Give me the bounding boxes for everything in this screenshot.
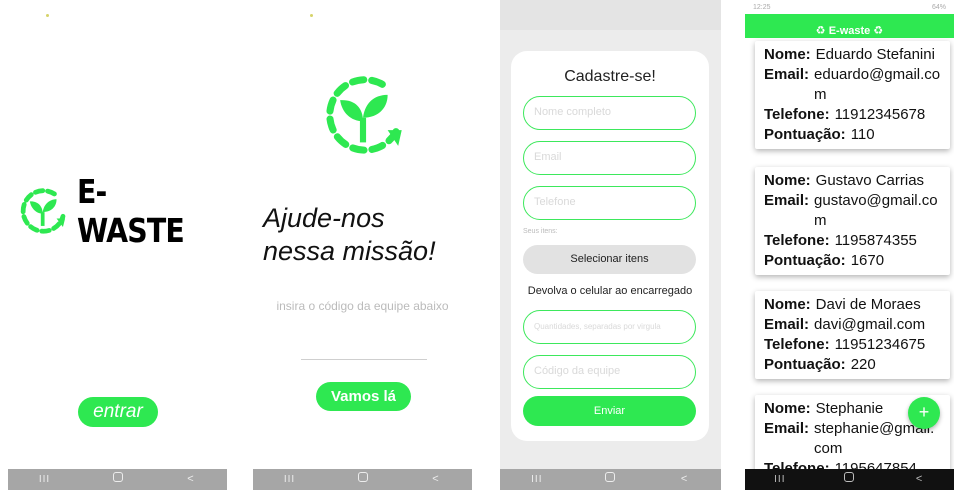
player-phone: 1195874355	[834, 232, 917, 249]
status-bar	[500, 0, 721, 30]
status-dot	[310, 14, 313, 17]
name-label: Nome:	[764, 296, 811, 313]
team-code-hint: insira o código da equipe abaixo	[276, 299, 449, 313]
player-email: gustavo@gmail.com	[814, 192, 938, 229]
email-label: Email:	[764, 420, 810, 437]
return-phone-text: Devolva o celular ao encarregado	[527, 285, 693, 297]
email-label: Email:	[764, 66, 810, 83]
home-icon[interactable]	[348, 469, 378, 490]
recycle-leaf-icon	[20, 188, 66, 234]
email-label: Email:	[764, 316, 810, 333]
player-email: eduardo@gmail.com	[814, 66, 941, 103]
name-label: Nome:	[764, 172, 811, 189]
brand-logo: E-WASTE	[16, 172, 227, 250]
player-score: 1670	[850, 252, 885, 269]
phone-label: Telefone:	[764, 232, 830, 249]
player-name: Eduardo Stefanini	[815, 46, 935, 63]
android-nav-bar: III <	[745, 469, 954, 490]
select-items-button[interactable]: Selecionar itens	[523, 245, 696, 274]
recents-icon[interactable]: III	[522, 469, 552, 490]
player-name: Stephanie	[815, 400, 884, 417]
team-code-input[interactable]	[301, 359, 427, 360]
status-dot	[46, 14, 49, 17]
name-field[interactable]: Nome completo	[523, 96, 696, 130]
quantities-field[interactable]: Quantidades, separadas por virgula	[523, 310, 696, 344]
enter-button[interactable]: entrar	[78, 397, 158, 427]
player-phone: 11951234675	[834, 336, 926, 353]
player-card[interactable]: Nome: Gustavo Carrias Email: gustavo@gmail…	[755, 167, 950, 275]
player-score: 110	[850, 126, 875, 143]
status-time: 12:25	[753, 3, 771, 11]
back-icon[interactable]: <	[421, 469, 451, 490]
headline-line-2: nessa missão!	[263, 236, 436, 266]
team-code-field[interactable]: Código da equipe	[523, 355, 696, 389]
android-nav-bar: III <	[8, 469, 227, 490]
app-bar-title: ♻ E-waste ♻	[745, 25, 954, 38]
android-nav-bar: III <	[500, 469, 721, 490]
brand-text: E-WASTE	[77, 172, 185, 250]
items-label: Seus itens:	[523, 228, 558, 235]
player-email: davi@gmail.com	[814, 316, 926, 333]
home-icon[interactable]	[595, 469, 625, 490]
page-headline: Ajude-nos nessa missão!	[263, 202, 436, 268]
player-name: Gustavo Carrias	[815, 172, 925, 189]
home-icon[interactable]	[103, 469, 133, 490]
player-name: Davi de Moraes	[815, 296, 921, 313]
submit-button[interactable]: Enviar	[523, 396, 696, 426]
team-code-screen: Ajude-nos nessa missão! insira o código …	[253, 0, 472, 490]
register-title: Cadastre-se!	[564, 68, 656, 85]
email-label: Email:	[764, 192, 810, 209]
recents-icon[interactable]: III	[275, 469, 305, 490]
status-bar: 12:25 64%	[745, 0, 954, 14]
player-score: 220	[850, 356, 876, 373]
recents-icon[interactable]: III	[765, 469, 795, 490]
score-label: Pontuação:	[764, 356, 846, 373]
splash-screen: E-WASTE entrar III <	[8, 0, 227, 490]
score-label: Pontuação:	[764, 126, 846, 143]
app-bar-top	[745, 14, 954, 25]
headline-line-1: Ajude-nos	[263, 203, 385, 233]
back-icon[interactable]: <	[669, 469, 699, 490]
home-icon[interactable]	[834, 469, 864, 490]
battery-status: 64%	[931, 3, 946, 11]
score-label: Pontuação:	[764, 252, 846, 269]
back-icon[interactable]: <	[176, 469, 206, 490]
recycle-leaf-icon	[326, 76, 402, 154]
add-player-button[interactable]: +	[908, 397, 940, 429]
name-label: Nome:	[764, 46, 811, 63]
player-phone: 11912345678	[834, 106, 926, 123]
recents-icon[interactable]: III	[30, 469, 60, 490]
android-nav-bar: III <	[253, 469, 472, 490]
player-card[interactable]: Nome: Davi de Moraes Email: davi@gmail.com…	[755, 291, 950, 379]
phone-label: Telefone:	[764, 336, 830, 353]
register-card: Cadastre-se! Nome completo Email Telefon…	[511, 51, 709, 441]
phone-label: Telefone:	[764, 106, 830, 123]
phone-field[interactable]: Telefone	[523, 186, 696, 220]
back-icon[interactable]: <	[904, 469, 934, 490]
ranking-screen: 12:25 64% ♻ E-waste ♻ Nome: Eduardo Stefa…	[745, 0, 954, 490]
name-label: Nome:	[764, 400, 811, 417]
email-field[interactable]: Email	[523, 141, 696, 175]
register-screen: Cadastre-se! Nome completo Email Telefon…	[500, 0, 721, 490]
go-button[interactable]: Vamos lá	[316, 382, 411, 411]
player-card[interactable]: Nome: Eduardo Stefanini Email: eduardo@gma…	[755, 41, 950, 149]
